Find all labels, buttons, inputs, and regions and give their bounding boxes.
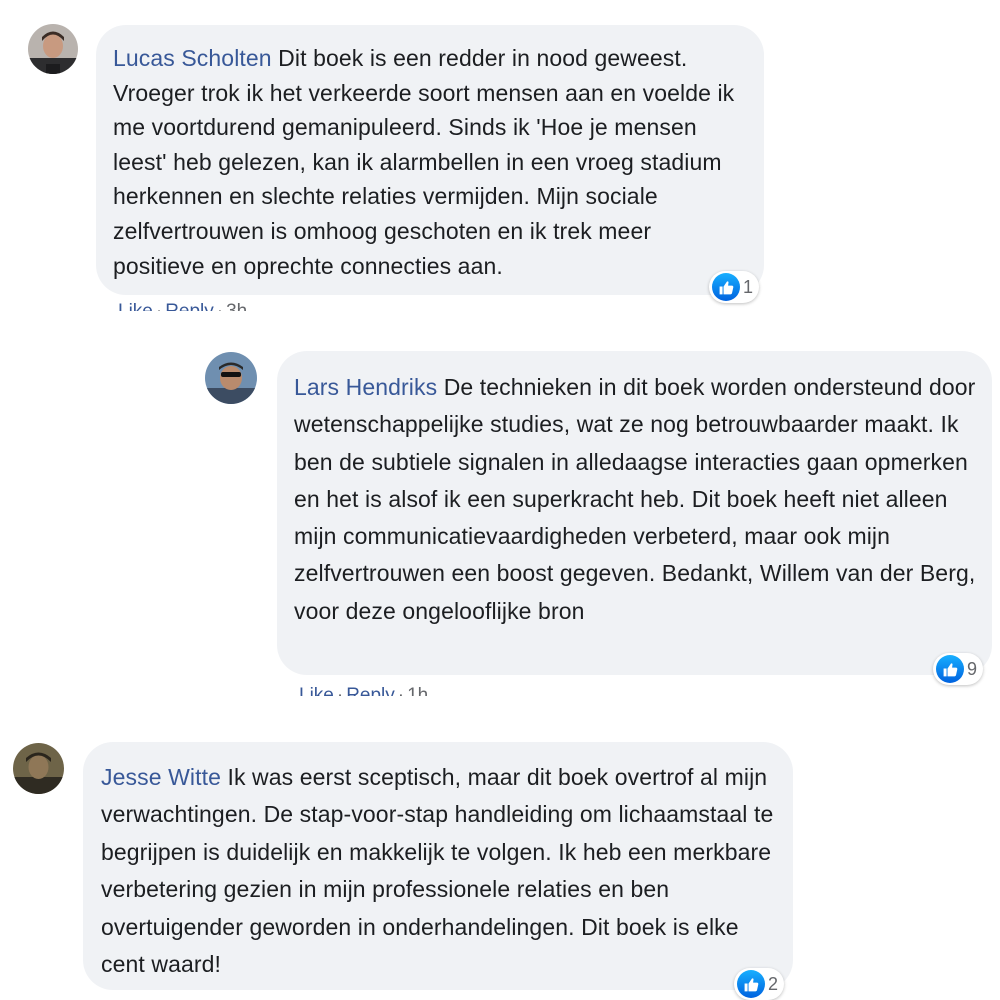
comment-jesse: Jesse Witte Ik was eerst sceptisch, maar… (0, 0, 1000, 1000)
comment-bubble: Jesse Witte Ik was eerst sceptisch, maar… (83, 742, 793, 990)
comment-thread: Lucas Scholten Dit boek is een redder in… (0, 0, 1000, 1000)
reaction-badge[interactable]: 2 (734, 968, 785, 1000)
avatar-jesse-icon (13, 743, 64, 794)
comment-text: Ik was eerst sceptisch, maar dit boek ov… (101, 764, 774, 978)
avatar[interactable] (13, 743, 64, 794)
like-thumbs-up-icon (737, 970, 765, 998)
comment-author[interactable]: Jesse Witte (101, 764, 221, 790)
reaction-count: 2 (768, 973, 779, 994)
